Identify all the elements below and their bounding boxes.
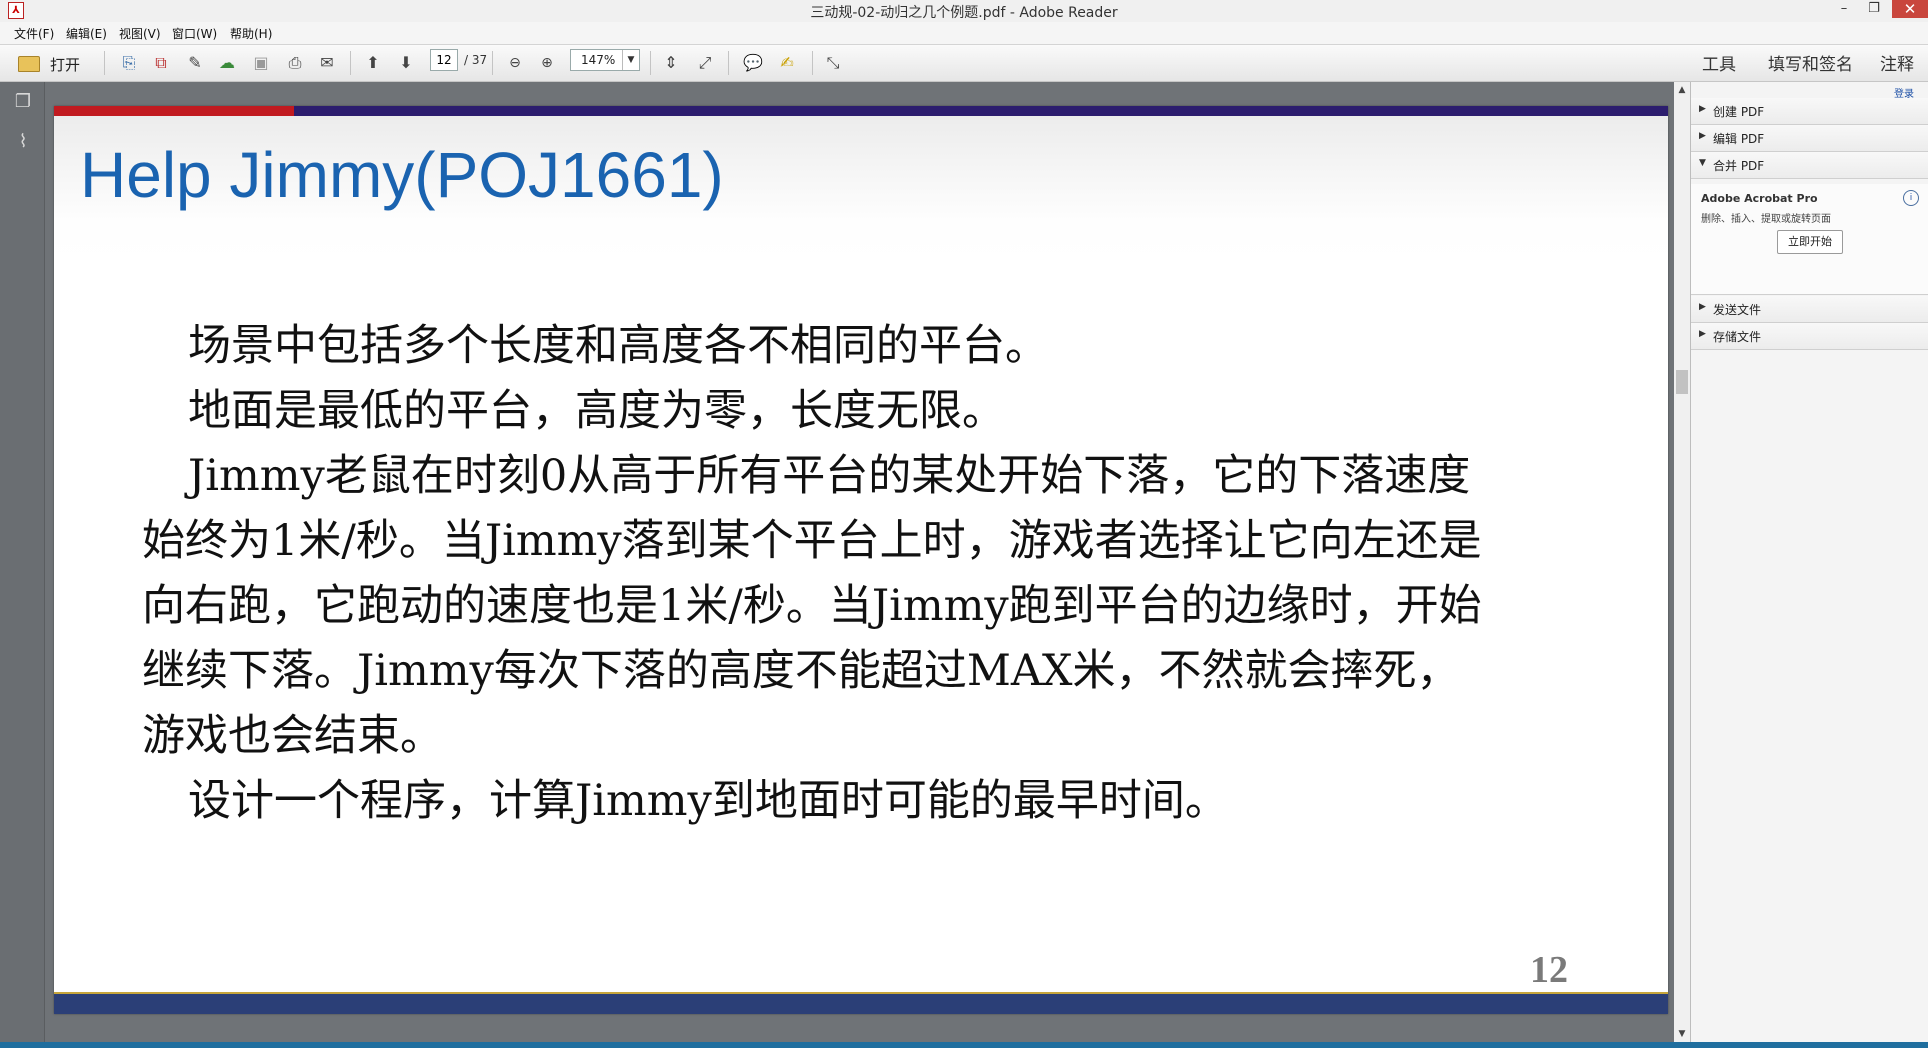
panel-section-edit-pdf[interactable]: ▶ 编辑 PDF [1691,125,1928,152]
attachments-icon[interactable]: ⌇ [14,132,32,152]
slide-paragraph: Jimmy老鼠在时刻0从高于所有平台的某处开始下落，它的下落速度始终为1米/秒。… [142,451,1482,761]
create-pdf-icon[interactable]: ⎘ [118,52,140,74]
fit-width-icon[interactable]: ⤢ [694,52,716,74]
slide-bottom-bar [54,992,1668,1014]
toolbar-separator [492,51,493,75]
panel-section-store-files[interactable]: ▶ 存储文件 [1691,323,1928,350]
open-label: 打开 [50,56,81,74]
scroll-thumb[interactable] [1676,370,1688,394]
restore-icon[interactable]: ❐ [1860,0,1888,18]
zoom-out-icon[interactable]: ⊖ [504,52,526,74]
vertical-scrollbar[interactable]: ▲ ▼ [1674,82,1690,1042]
print-icon[interactable]: ⎙ [284,52,306,74]
minimize-icon[interactable]: – [1830,0,1858,18]
close-icon[interactable]: ✕ [1892,0,1928,18]
panel-section-combine-pdf[interactable]: ▼ 合并 PDF [1691,152,1928,179]
start-now-button[interactable]: 立即开始 [1777,230,1843,254]
comment-link[interactable]: 注释 [1880,50,1914,75]
save-icon[interactable]: ▣ [250,52,272,74]
toolbar-separator [104,51,105,75]
toolbar-separator [812,51,813,75]
slide-body: 场景中包括多个长度和高度各不相同的平台。 地面是最低的平台，高度为零，长度无限。… [142,314,1502,834]
panel-section-create-pdf[interactable]: ▶ 创建 PDF [1691,98,1928,125]
slide-top-bar-blue [294,106,1668,116]
slide-paragraph: 场景中包括多个长度和高度各不相同的平台。 [188,321,1048,371]
panel-section-label: 创建 PDF [1713,105,1765,119]
page-thumbnails-icon[interactable]: ❐ [14,92,32,112]
window-title: 三动规-02-动归之几个例题.pdf - Adobe Reader [810,5,1118,21]
page-total: / 37 [464,53,488,67]
slide-top-bar-red [54,106,294,116]
toolbar-separator [650,51,651,75]
triangle-right-icon: ▶ [1699,104,1706,114]
document-page: Help Jimmy(POJ1661) 场景中包括多个长度和高度各不相同的平台。… [54,106,1668,1014]
fit-page-icon[interactable]: ⇕ [660,52,682,74]
edit-icon[interactable]: ✎ [184,52,206,74]
panel-section-label: 存储文件 [1713,330,1762,344]
email-icon[interactable]: ✉ [316,52,338,74]
menu-file[interactable]: 文件(F) [14,25,54,42]
triangle-right-icon: ▶ [1699,302,1706,312]
acrobat-promo: Adobe Acrobat Pro i 删除、插入、提取或旋转页面 立即开始 [1691,184,1928,295]
info-icon[interactable]: i [1903,190,1919,206]
toolbar-separator [350,51,351,75]
slide-paragraph: 设计一个程序，计算Jimmy到地面时可能的最早时间。 [188,776,1228,826]
navigation-pane: ❐ ⌇ [0,82,45,1042]
promo-title: Adobe Acrobat Pro [1701,192,1818,205]
zoom-in-icon[interactable]: ⊕ [536,52,558,74]
triangle-right-icon: ▶ [1699,329,1706,339]
open-button[interactable]: 打开 [16,51,88,75]
folder-icon [18,56,40,72]
zoom-select[interactable]: 147% ▼ [570,49,640,71]
panel-section-send-files[interactable]: ▶ 发送文件 [1691,296,1928,323]
tools-link[interactable]: 工具 [1702,50,1736,75]
menu-help[interactable]: 帮助(H) [230,25,272,42]
comment-icon[interactable]: 💬 [742,52,764,74]
next-page-icon[interactable]: ⬇ [395,52,417,74]
slide-paragraph: 地面是最低的平台，高度为零，长度无限。 [188,386,1005,436]
menu-edit[interactable]: 编辑(E) [66,25,107,42]
menu-view[interactable]: 视图(V) [119,25,161,42]
chevron-down-icon[interactable]: ▼ [622,50,639,70]
scroll-down-icon[interactable]: ▼ [1674,1026,1690,1042]
zoom-value: 147% [581,53,616,67]
triangle-right-icon: ▶ [1699,131,1706,141]
menu-window[interactable]: 窗口(W) [172,25,217,42]
panel-section-label: 发送文件 [1713,303,1762,317]
upload-cloud-icon[interactable]: ☁ [216,52,238,74]
title-bar: ⅄ 三动规-02-动归之几个例题.pdf - Adobe Reader – ❐ … [0,0,1928,23]
combine-pdf-icon[interactable]: ⧉ [150,52,172,74]
highlight-icon[interactable]: ✍ [776,52,798,74]
panel-section-label: 编辑 PDF [1713,132,1765,146]
triangle-down-icon: ▼ [1699,158,1706,168]
full-screen-icon[interactable]: ⤡ [822,52,844,74]
taskbar [0,1042,1928,1048]
promo-description: 删除、插入、提取或旋转页面 [1701,214,1831,225]
panel-section-label: 合并 PDF [1713,159,1765,173]
scroll-up-icon[interactable]: ▲ [1674,82,1690,98]
fill-sign-link[interactable]: 填写和签名 [1768,50,1853,75]
menu-bar: 文件(F) 编辑(E) 视图(V) 窗口(W) 帮助(H) [0,22,1928,45]
page-number-input[interactable] [430,49,458,71]
toolbar-separator [728,51,729,75]
toolbar: 打开 ⎘ ⧉ ✎ ☁ ▣ ⎙ ✉ ⬆ ⬇ ⊖ ⊕ ⇕ ⤢ 💬 ✍ ⤡ [0,45,1928,82]
slide-title: Help Jimmy(POJ1661) [80,139,724,211]
tools-panel: 登录 ▶ 创建 PDF ▶ 编辑 PDF ▼ 合并 PDF Adobe Acro… [1690,82,1928,1042]
previous-page-icon[interactable]: ⬆ [362,52,384,74]
slide-page-number: 12 [1530,949,1568,991]
